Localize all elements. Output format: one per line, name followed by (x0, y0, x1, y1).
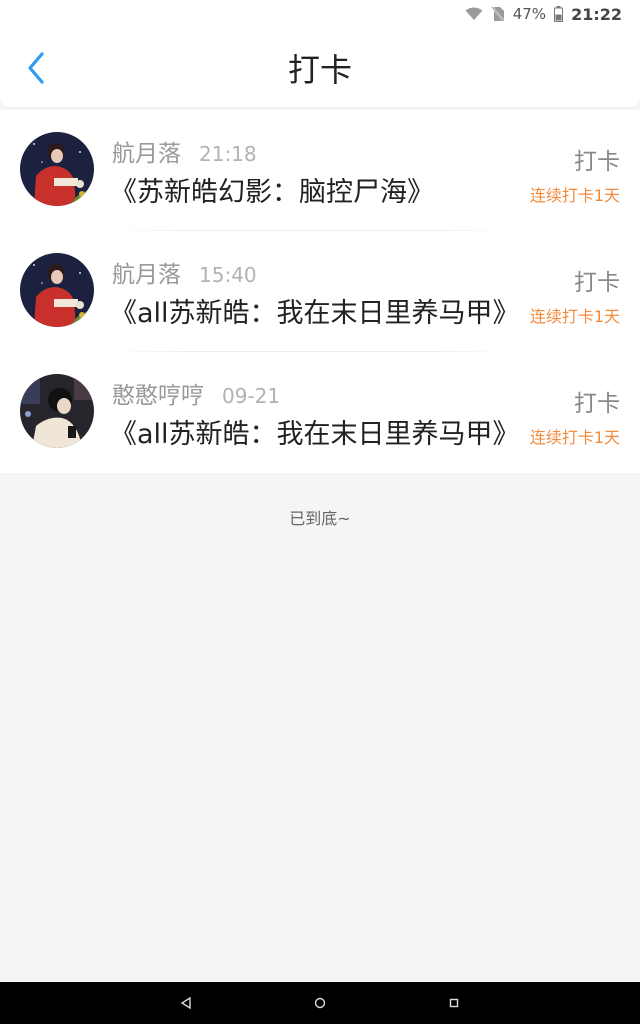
item-meta: 航月落 21:18 (112, 134, 257, 168)
streak-badge: 连续打卡1天 (529, 428, 620, 447)
item-meta: 航月落 15:40 (112, 255, 257, 289)
status-bar: 47% 21:22 (0, 0, 640, 28)
checkin-label: 打卡 (574, 270, 620, 296)
list-item[interactable]: 航月落 15:40 《all苏新皓：我在末日里养马甲》 打卡 连续打卡1天 (0, 231, 640, 352)
avatar[interactable] (20, 374, 94, 448)
avatar[interactable] (20, 253, 94, 327)
checkin-label: 打卡 (574, 391, 620, 417)
battery-icon (554, 6, 564, 22)
book-title[interactable]: 《all苏新皓：我在末日里养马甲》 (110, 412, 520, 451)
checkin-time: 21:18 (199, 142, 257, 166)
system-nav-bar (0, 982, 640, 1024)
username[interactable]: 航月落 (112, 255, 181, 289)
checkin-label: 打卡 (574, 149, 620, 175)
avatar[interactable] (20, 132, 94, 206)
no-sim-icon (490, 6, 505, 22)
list-item[interactable]: 憨憨哼哼 09-21 《all苏新皓：我在末日里养马甲》 打卡 连续打卡1天 (0, 352, 640, 473)
streak-badge: 连续打卡1天 (529, 307, 620, 326)
back-triangle-icon[interactable] (176, 993, 196, 1013)
home-circle-icon[interactable] (310, 993, 330, 1013)
checkin-time: 09-21 (222, 384, 281, 408)
book-title[interactable]: 《苏新皓幻影：脑控尸海》 (110, 170, 434, 209)
username[interactable]: 憨憨哼哼 (112, 376, 204, 410)
username[interactable]: 航月落 (112, 134, 181, 168)
end-of-list-text: 已到底~ (289, 509, 351, 528)
status-clock: 21:22 (571, 4, 622, 24)
checkin-list: 航月落 21:18 《苏新皓幻影：脑控尸海》 打卡 连续打卡1天 航月落 15:… (0, 110, 640, 473)
streak-badge: 连续打卡1天 (529, 186, 620, 205)
recents-square-icon[interactable] (444, 993, 464, 1013)
item-meta: 憨憨哼哼 09-21 (112, 376, 280, 410)
battery-percent: 47% (512, 5, 547, 23)
checkin-time: 15:40 (199, 263, 257, 287)
list-item[interactable]: 航月落 21:18 《苏新皓幻影：脑控尸海》 打卡 连续打卡1天 (0, 110, 640, 231)
wifi-icon (465, 7, 483, 21)
page-title: 打卡 (287, 51, 352, 89)
top-app-bar: 打卡 (0, 28, 640, 108)
book-title[interactable]: 《all苏新皓：我在末日里养马甲》 (110, 291, 520, 330)
